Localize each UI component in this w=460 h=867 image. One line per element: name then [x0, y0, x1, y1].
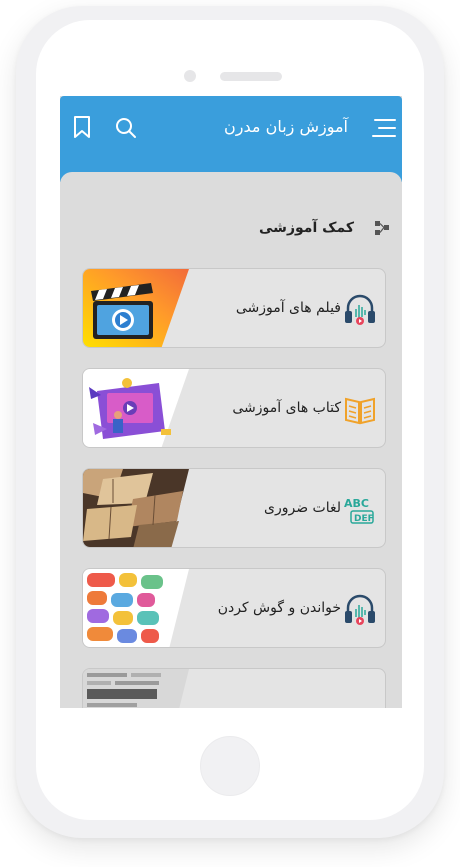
card-essential-vocabulary[interactable]: لغات ضروری ABC DEF [82, 468, 386, 548]
card-reading-listening[interactable]: خواندن و گوش کردن [82, 568, 386, 648]
card-label: خواندن و گوش کردن [217, 600, 341, 616]
bookmark-icon[interactable] [72, 116, 92, 138]
thumbnail-speech-bubbles [83, 569, 189, 647]
app-screen: آموزش زبان مدرن کمک آموزشی فیلم های آموز… [60, 96, 402, 708]
front-camera [184, 70, 196, 82]
card-label: فیلم های آموزشی [235, 300, 341, 316]
card-partial[interactable] [82, 668, 386, 708]
card-educational-books[interactable]: کتاب های آموزشی [82, 368, 386, 448]
thumbnail-words-collage [83, 669, 189, 708]
svg-text:DEF: DEF [354, 514, 374, 524]
app-header: آموزش زبان مدرن [60, 96, 402, 182]
card-label: کتاب های آموزشی [232, 400, 341, 416]
search-icon[interactable] [114, 116, 138, 140]
hamburger-menu-icon[interactable] [370, 116, 396, 140]
abc-icon: ABC DEF [344, 497, 374, 524]
home-button[interactable] [200, 736, 260, 796]
section-title: کمک آموزشی [259, 220, 354, 236]
headphones-icon [345, 294, 375, 325]
share-nodes-icon [375, 221, 389, 235]
svg-text:ABC: ABC [344, 497, 369, 510]
open-book-icon [345, 397, 375, 425]
earpiece-speaker [220, 72, 282, 81]
thumbnail-illustration [83, 369, 189, 447]
card-educational-films[interactable]: فیلم های آموزشی [82, 268, 386, 348]
thumbnail-books-photo [83, 469, 189, 547]
app-title: آموزش زبان مدرن [224, 117, 348, 136]
content-panel: کمک آموزشی فیلم های آموزشی کتاب های آموز… [60, 172, 402, 708]
thumbnail-video [83, 269, 189, 347]
headphones-icon [345, 594, 375, 625]
card-label: لغات ضروری [263, 500, 341, 516]
